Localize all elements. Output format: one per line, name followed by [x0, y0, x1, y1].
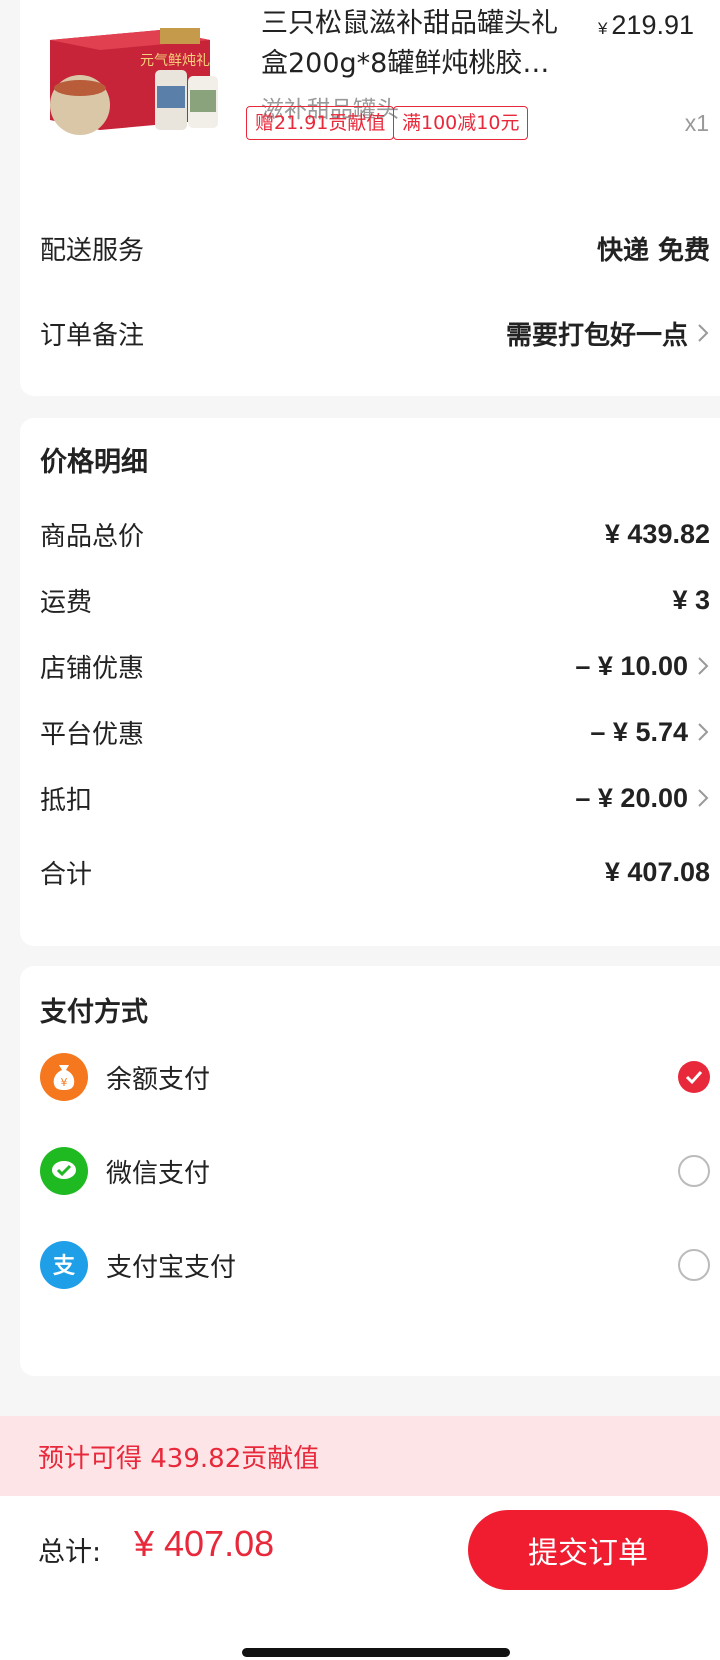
- price-row-store-discount[interactable]: 店铺优惠 – ¥ 10.00: [40, 646, 710, 686]
- price-label: 平台优惠: [40, 719, 145, 750]
- contribution-banner: 预计可得 439.82贡献值: [0, 1416, 720, 1496]
- payment-title: 支付方式: [40, 997, 148, 1028]
- product-title[interactable]: 三只松鼠滋补甜品罐头礼盒200g*8罐鲜炖桃胶…: [261, 4, 561, 84]
- delivery-row: 配送服务 快递 免费: [40, 228, 710, 268]
- price-value: – ¥ 5.74: [590, 716, 688, 747]
- price-row-deduction[interactable]: 抵扣 – ¥ 20.00: [40, 778, 710, 818]
- product-image[interactable]: 元气鲜炖礼: [40, 10, 225, 150]
- price-row-shipping: 运费 ¥ 3: [40, 580, 710, 620]
- payment-label: 支付宝支付: [106, 1252, 237, 1283]
- check-icon: [685, 1070, 703, 1085]
- price-row-total: 合计 ¥ 407.08: [40, 852, 710, 892]
- order-note-value-wrap: 需要打包好一点: [506, 315, 710, 352]
- currency-symbol: ¥: [597, 19, 608, 38]
- price-value: ¥ 439.82: [604, 518, 710, 549]
- contribution-tag: 赠21.91贡献值: [246, 106, 395, 140]
- payment-option-wechat[interactable]: 微信支付: [40, 1146, 710, 1196]
- total-label: 总计:: [38, 1537, 102, 1568]
- svg-text:¥: ¥: [61, 1076, 68, 1089]
- product-price-value: 219.91: [611, 10, 694, 40]
- discount-tag: 满100减10元: [393, 106, 529, 140]
- chevron-right-icon: [696, 320, 710, 346]
- price-label: 店铺优惠: [40, 653, 145, 684]
- payment-label: 余额支付: [106, 1064, 211, 1095]
- submit-order-button[interactable]: 提交订单: [468, 1510, 708, 1590]
- order-note-label: 订单备注: [40, 320, 145, 351]
- price-value: – ¥ 10.00: [575, 650, 688, 681]
- checkout-bar: 总计: ¥ 407.08 提交订单: [0, 1496, 720, 1660]
- chevron-right-icon: [696, 719, 710, 745]
- price-value-wrap: – ¥ 20.00: [575, 783, 710, 814]
- alipay-icon: 支: [40, 1241, 88, 1289]
- order-note-value: 需要打包好一点: [505, 320, 688, 351]
- radio-unchecked[interactable]: [678, 1249, 710, 1281]
- delivery-label: 配送服务: [40, 235, 145, 266]
- chevron-right-icon: [696, 785, 710, 811]
- price-label: 运费: [40, 587, 93, 618]
- payment-option-balance[interactable]: ¥ 余额支付: [40, 1052, 710, 1102]
- product-quantity: x1: [684, 110, 709, 136]
- product-image-text: 元气鲜炖礼: [140, 53, 210, 69]
- radio-checked[interactable]: [678, 1061, 710, 1093]
- price-label: 合计: [40, 859, 93, 890]
- price-row-platform-discount[interactable]: 平台优惠 – ¥ 5.74: [40, 712, 710, 752]
- home-indicator: [242, 1648, 510, 1657]
- price-value-wrap: – ¥ 5.74: [590, 717, 710, 748]
- wechat-icon: [40, 1147, 88, 1195]
- price-label: 商品总价: [40, 521, 145, 552]
- price-detail-card: 价格明细 商品总价 ¥ 439.82 运费 ¥ 3 店铺优惠 – ¥ 10.00…: [20, 418, 720, 946]
- delivery-value: 快递 免费: [596, 235, 710, 266]
- balance-icon: ¥: [40, 1053, 88, 1101]
- price-value: – ¥ 20.00: [575, 782, 688, 813]
- radio-unchecked[interactable]: [678, 1155, 710, 1187]
- order-item-card: 元气鲜炖礼 三只松鼠滋补甜品罐头礼盒200g*8罐鲜炖桃胶… ¥219.91 滋…: [20, 0, 720, 396]
- chevron-right-icon: [696, 653, 710, 679]
- price-value-wrap: – ¥ 10.00: [575, 651, 710, 682]
- price-row-goods-total: 商品总价 ¥ 439.82: [40, 514, 710, 554]
- price-label: 抵扣: [40, 785, 93, 816]
- order-note-row[interactable]: 订单备注 需要打包好一点: [40, 313, 710, 353]
- price-detail-title: 价格明细: [40, 447, 148, 478]
- svg-text:支: 支: [53, 1254, 76, 1279]
- product-price: ¥219.91: [598, 10, 694, 41]
- total-amount: ¥ 407.08: [134, 1523, 275, 1564]
- payment-label: 微信支付: [106, 1158, 211, 1189]
- payment-option-alipay[interactable]: 支 支付宝支付: [40, 1240, 710, 1290]
- price-value: ¥ 3: [672, 584, 710, 615]
- payment-method-card: 支付方式 ¥ 余额支付 微信支付 支 支付宝支付: [20, 966, 720, 1376]
- contribution-text: 预计可得 439.82贡献值: [38, 1443, 320, 1474]
- price-value: ¥ 407.08: [604, 856, 710, 887]
